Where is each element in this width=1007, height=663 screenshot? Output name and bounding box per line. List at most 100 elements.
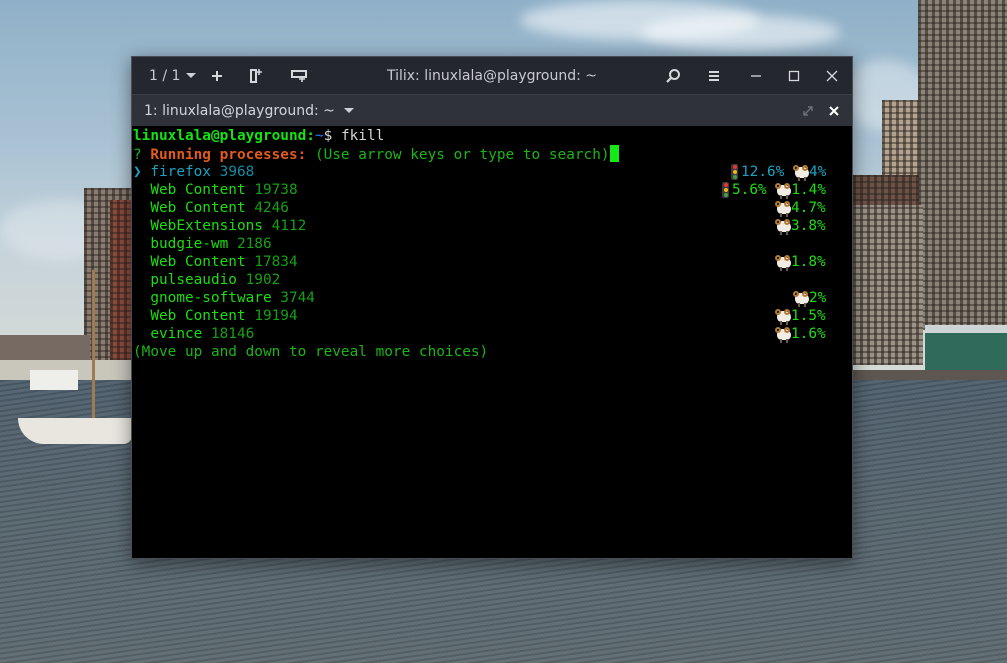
chevron-down-icon <box>186 73 197 78</box>
split-vertical-icon <box>291 69 307 82</box>
wallpaper-cloud <box>640 15 840 50</box>
process-name: evince <box>150 326 203 342</box>
process-row[interactable]: ❯ firefox 3968 12.6% 4% <box>132 163 852 181</box>
memory-usage: 1.4% <box>791 182 826 198</box>
selection-pointer: ❯ <box>133 164 151 180</box>
prompt-line: linuxlala@playground:~$ fkill <box>132 127 852 145</box>
process-pid: 1902 <box>245 272 281 288</box>
window-headerbar: 1 / 1 Tilix: linuxlala@playground: ~ <box>132 57 852 94</box>
pointer-spacer <box>133 182 150 198</box>
split-right-button[interactable] <box>242 68 270 84</box>
pointer-spacer <box>133 236 150 252</box>
pointer-spacer <box>133 326 150 342</box>
wallpaper-boat-mast <box>92 270 95 420</box>
memory-usage: 4% <box>808 164 827 180</box>
process-row[interactable]: Web Content 19738 5.6% 1.4% <box>132 181 852 199</box>
traffic-light-icon <box>731 164 738 180</box>
text-cursor <box>609 145 619 162</box>
prompt-user-host: linuxlala@playground <box>133 128 307 144</box>
process-row[interactable]: WebExtensions 4112 3.8% <box>132 217 852 235</box>
tilix-terminal-window: 1 / 1 Tilix: linuxlala@playground: ~ 1: … <box>131 56 853 559</box>
process-row[interactable]: evince 18146 1.6% <box>132 325 852 343</box>
process-row[interactable]: budgie-wm 2186 <box>132 235 852 253</box>
find-button[interactable] <box>659 68 687 84</box>
wallpaper-ferry <box>30 370 78 390</box>
close-icon <box>829 105 839 116</box>
session-switcher-button[interactable]: 1 / 1 <box>149 68 199 84</box>
cpu-usage: 12.6% <box>741 164 793 180</box>
process-stats: 5.6% 1.4% <box>722 181 826 199</box>
add-session-button[interactable] <box>203 70 231 82</box>
process-name: firefox <box>150 164 211 180</box>
maximize-button[interactable] <box>780 70 808 82</box>
wallpaper-building <box>853 205 923 365</box>
maximize-terminal-button[interactable] <box>798 105 818 116</box>
main-menu-button[interactable] <box>700 70 728 82</box>
session-counter: 1 / 1 <box>149 67 181 84</box>
prompt-colon: : <box>306 128 315 144</box>
process-pid: 3744 <box>280 290 315 306</box>
pointer-spacer <box>133 308 150 324</box>
command-text: fkill <box>340 128 385 144</box>
ram-icon <box>775 326 792 343</box>
memory-usage: 1.6% <box>791 326 826 342</box>
terminal-tab-bar: 1: linuxlala@playground: ~ <box>132 94 852 127</box>
wallpaper-building <box>925 325 1007 375</box>
pointer-spacer <box>133 254 150 270</box>
pointer-spacer <box>133 272 150 288</box>
terminal-output[interactable]: linuxlala@playground:~$ fkill ? Running … <box>132 126 852 558</box>
process-row[interactable]: Web Content 17834 1.8% <box>132 253 852 271</box>
terminal-tab-title: 1: linuxlala@playground: ~ <box>144 102 335 119</box>
question-mark: ? <box>133 147 151 163</box>
question-label: Running processes: <box>150 147 307 163</box>
wallpaper-building <box>882 100 918 180</box>
ram-icon <box>792 164 810 181</box>
process-name: pulseaudio <box>150 272 237 288</box>
search-icon <box>666 68 680 83</box>
process-pid: 4112 <box>271 218 307 234</box>
process-pid: 17834 <box>254 254 298 270</box>
process-row[interactable]: Web Content 4246 4.7% <box>132 199 852 217</box>
process-name: WebExtensions <box>150 218 263 234</box>
wallpaper-boat-hull <box>18 418 132 444</box>
wallpaper-building <box>918 0 1007 330</box>
traffic-light-icon <box>722 182 729 198</box>
memory-usage: 1.5% <box>791 308 826 324</box>
process-stats: 4.7% <box>775 199 826 217</box>
process-stats: 1.6% <box>775 325 826 343</box>
process-pid: 18146 <box>210 326 255 342</box>
terminal-title-button[interactable]: 1: linuxlala@playground: ~ <box>144 103 354 119</box>
process-row[interactable]: Web Content 19194 1.5% <box>132 307 852 325</box>
minimize-button[interactable] <box>742 70 770 82</box>
maximize-icon <box>788 70 800 81</box>
process-name: Web Content <box>150 254 246 270</box>
process-name: Web Content <box>150 182 246 198</box>
close-icon <box>826 70 838 81</box>
close-window-button[interactable] <box>818 70 846 82</box>
cpu-usage: 5.6% <box>732 182 776 198</box>
process-pid: 19738 <box>254 182 298 198</box>
ram-icon <box>775 200 792 217</box>
expand-icon <box>803 105 813 116</box>
process-list: ❯ firefox 3968 12.6% 4% Web Content 19738… <box>132 163 852 343</box>
memory-usage: 2% <box>809 290 827 306</box>
pointer-spacer <box>133 218 150 234</box>
ram-icon <box>793 290 810 307</box>
ram-icon <box>775 308 792 325</box>
process-row[interactable]: gnome-software 3744 2% <box>132 289 852 307</box>
process-name: gnome-software <box>150 290 272 306</box>
process-name: budgie-wm <box>150 236 229 252</box>
process-stats: 2% <box>793 289 826 307</box>
process-name: Web Content <box>150 308 246 324</box>
close-terminal-button[interactable] <box>824 105 844 116</box>
process-name: Web Content <box>150 200 246 216</box>
process-stats: 3.8% <box>775 217 826 235</box>
memory-usage: 3.8% <box>791 218 826 234</box>
process-pid: 4246 <box>254 200 289 216</box>
chevron-down-icon <box>343 108 354 113</box>
pointer-spacer <box>133 200 150 216</box>
ram-icon <box>775 254 792 271</box>
process-pid: 19194 <box>254 308 298 324</box>
process-row[interactable]: pulseaudio 1902 <box>132 271 852 289</box>
split-down-button[interactable] <box>285 69 313 83</box>
